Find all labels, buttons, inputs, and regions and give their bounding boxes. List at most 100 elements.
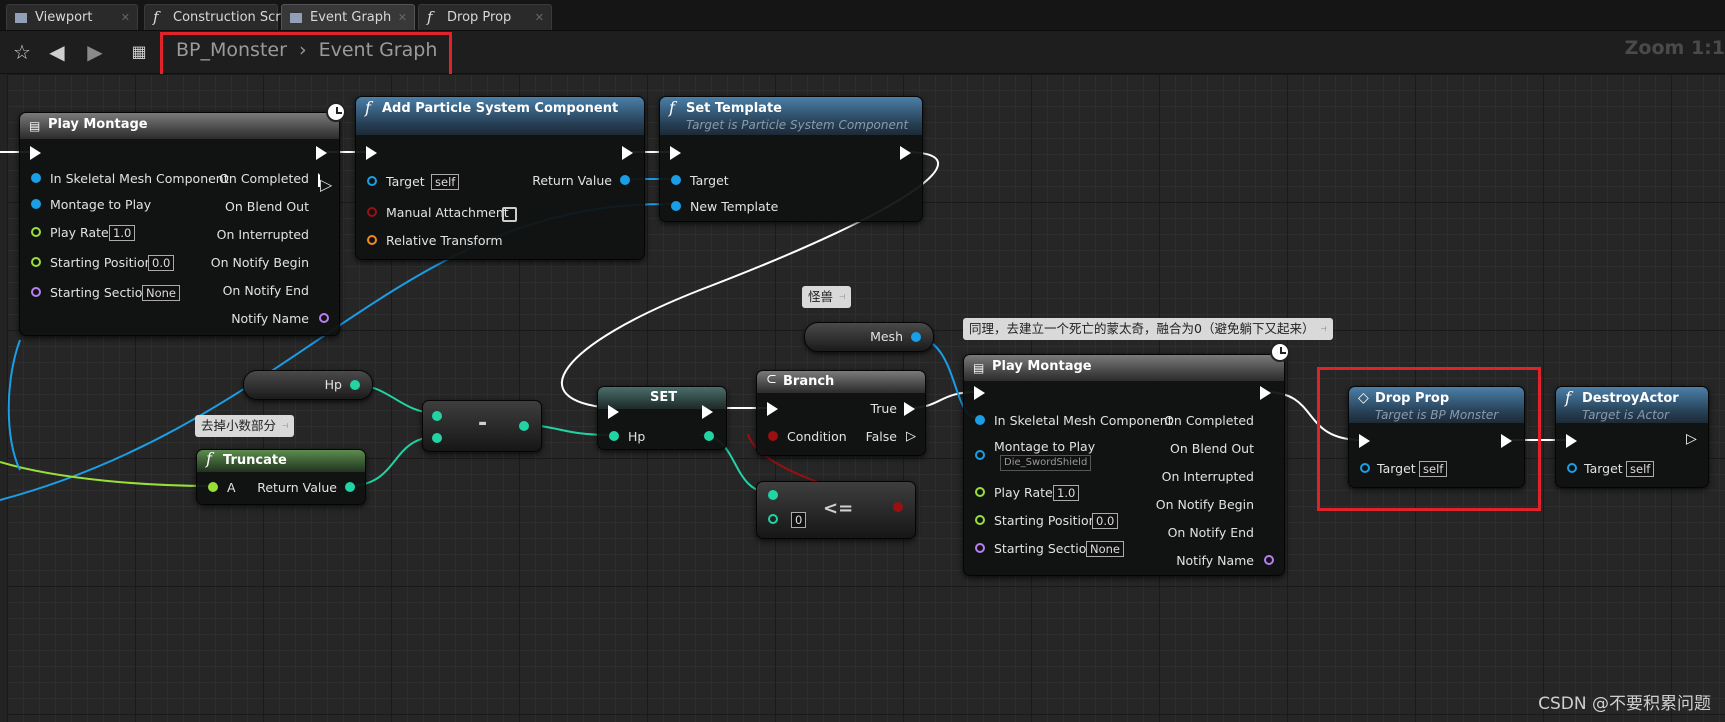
float-pin[interactable] <box>975 515 985 525</box>
object-pin[interactable] <box>911 332 921 342</box>
set-hp-node[interactable]: SET Hp <box>597 386 727 450</box>
pin-label: Manual Attachment <box>386 205 509 220</box>
int-pin[interactable] <box>519 421 529 431</box>
bool-pin[interactable] <box>893 502 903 512</box>
object-pin[interactable] <box>671 175 681 185</box>
float-pin[interactable] <box>31 227 41 237</box>
starting-section-field[interactable]: None <box>142 285 181 301</box>
pin-label: Starting Section <box>50 285 151 300</box>
exec-in-pin[interactable] <box>670 146 681 160</box>
object-pin[interactable] <box>31 173 41 183</box>
exec-in-pin[interactable] <box>366 146 377 160</box>
function-icon: f <box>1565 388 1571 407</box>
object-pin[interactable] <box>975 450 985 460</box>
float-pin[interactable] <box>208 482 218 492</box>
starting-section-field[interactable]: None <box>1086 541 1125 557</box>
transform-pin[interactable] <box>367 235 377 245</box>
play-rate-field[interactable]: 1.0 <box>1053 485 1080 501</box>
object-pin[interactable] <box>31 199 41 209</box>
exec-out-pin[interactable] <box>622 146 633 160</box>
pin-label: Return Value <box>532 173 612 188</box>
exec-in-pin[interactable] <box>30 146 41 160</box>
object-wire <box>7 339 21 471</box>
pin-label: A <box>227 480 236 495</box>
node-header: ▤ Play Montage <box>20 113 339 139</box>
comment-text: 怪兽 <box>808 289 834 304</box>
pin-label: On Interrupted <box>1161 469 1254 484</box>
pin-label: New Template <box>690 199 779 214</box>
hp-variable-node[interactable]: Hp <box>243 370 373 400</box>
int-pin[interactable] <box>432 433 442 443</box>
exec-out-pin[interactable] <box>702 405 713 419</box>
exec-in-pin[interactable] <box>767 402 778 416</box>
target-self-field[interactable]: self <box>1626 461 1655 477</box>
int-pin[interactable] <box>350 380 360 390</box>
set-template-node[interactable]: f Set Template Target is Particle System… <box>659 96 923 222</box>
node-title: Truncate <box>223 453 287 468</box>
name-pin[interactable] <box>975 543 985 553</box>
operator-symbol: - <box>478 411 488 436</box>
less-equal-node[interactable]: 0 <= <box>756 481 916 539</box>
truncate-node[interactable]: f Truncate A Return Value <box>196 449 366 505</box>
play-montage-node[interactable]: ▤ Play Montage In Skeletal Mesh Componen… <box>19 112 340 336</box>
object-pin[interactable] <box>1567 463 1577 473</box>
montage-icon: ▤ <box>29 119 41 133</box>
exec-in-pin[interactable] <box>1566 434 1577 448</box>
object-pin[interactable] <box>975 415 985 425</box>
exec-out-pin[interactable] <box>1260 386 1271 400</box>
node-header: f Set Template Target is Particle System… <box>660 97 922 135</box>
pin-label: Target <box>1584 461 1623 476</box>
play-rate-field[interactable]: 1.0 <box>109 225 136 241</box>
object-pin[interactable] <box>671 201 681 211</box>
exec-out-pin[interactable]: ▷ <box>1686 431 1697 447</box>
starting-position-field[interactable]: 0.0 <box>148 255 175 271</box>
object-pin[interactable] <box>367 176 377 186</box>
comment-bubble[interactable]: 怪兽 ⊣ <box>802 286 852 308</box>
int-pin[interactable] <box>768 490 778 500</box>
branch-node[interactable]: ⊂ Branch True Condition False ▷ <box>756 370 926 456</box>
play-montage-death-node[interactable]: ▤ Play Montage In Skeletal Mesh Componen… <box>963 354 1285 576</box>
node-header: f Truncate <box>197 449 365 472</box>
float-pin[interactable] <box>31 257 41 267</box>
starting-position-field[interactable]: 0.0 <box>1092 513 1119 529</box>
float-wire <box>0 461 213 487</box>
int-pin[interactable] <box>768 514 778 524</box>
variable-label: Mesh <box>870 329 903 344</box>
int-pin[interactable] <box>609 431 619 441</box>
exec-out-pin[interactable] <box>316 146 327 160</box>
node-title: Play Montage <box>992 359 1092 374</box>
float-pin[interactable] <box>975 487 985 497</box>
int-pin[interactable] <box>704 431 714 441</box>
name-pin[interactable] <box>1264 555 1274 565</box>
pin-label: Return Value <box>257 480 337 495</box>
bool-pin[interactable] <box>768 431 778 441</box>
montage-asset-dropdown[interactable]: Die_SwordShield <box>1000 455 1092 471</box>
compare-value-field[interactable]: 0 <box>791 512 807 528</box>
exec-out-pin[interactable] <box>904 402 915 416</box>
add-particle-system-node[interactable]: f Add Particle System Component Target s… <box>355 96 645 260</box>
manual-attachment-checkbox[interactable] <box>502 207 517 222</box>
name-pin[interactable] <box>319 313 329 323</box>
mesh-variable-node[interactable]: Mesh <box>804 322 934 352</box>
int-pin[interactable] <box>345 482 355 492</box>
bool-pin[interactable] <box>367 207 377 217</box>
exec-out-pin[interactable] <box>900 146 911 160</box>
pin-icon: ⊣ <box>1320 325 1327 333</box>
exec-out-pin[interactable]: ▷ <box>906 429 917 444</box>
comment-bubble[interactable]: 去掉小数部分 ⊣ <box>195 415 295 437</box>
object-pin[interactable] <box>620 175 630 185</box>
pin-label: On Notify End <box>1167 525 1254 540</box>
int-pin[interactable] <box>432 411 442 421</box>
pin-label: Play Rate <box>50 225 109 240</box>
comment-bubble[interactable]: 同理，去建立一个死亡的蒙太奇，融合为0（避免躺下又起来） ⊣ <box>963 318 1333 340</box>
destroy-actor-node[interactable]: f DestroyActor Target is Actor ▷ Target … <box>1555 386 1709 488</box>
subtract-node[interactable]: - <box>422 400 542 452</box>
exec-out-pin[interactable]: ▷ <box>318 173 332 194</box>
exec-in-pin[interactable] <box>974 386 985 400</box>
name-pin[interactable] <box>31 287 41 297</box>
pin-label: Starting Position <box>50 255 153 270</box>
exec-in-pin[interactable] <box>608 405 619 419</box>
target-self-field[interactable]: self <box>431 174 460 190</box>
variable-label: Hp <box>324 377 342 392</box>
pin-label: On Blend Out <box>225 199 309 214</box>
